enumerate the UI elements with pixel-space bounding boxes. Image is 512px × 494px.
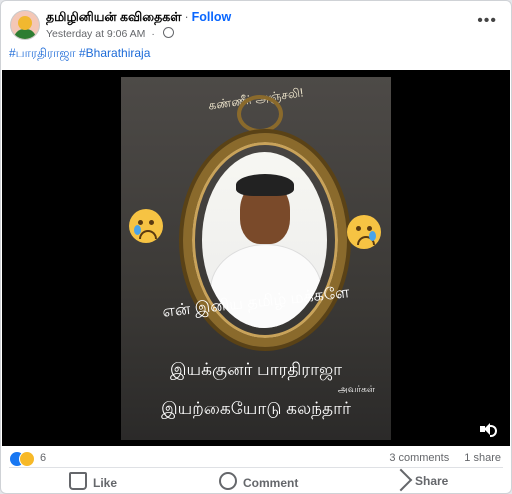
avatar-face [18,16,32,30]
author-name[interactable]: தமிழினியன் கவிதைகள் [46,10,181,24]
portrait-hair [236,174,294,196]
sad-reaction-icon [19,451,35,467]
frame-crest [237,95,283,133]
comment-icon [219,472,237,490]
volume-icon[interactable] [480,422,497,437]
hashtag-bharathiraja[interactable]: #Bharathiraja [79,46,150,60]
thumbs-up-icon [69,472,87,490]
emoji-tear [369,231,376,241]
emoji-left-eye [138,220,143,225]
post-header: தமிழினியன் கவிதைகள் · Follow Yesterday at … [1,1,511,45]
crying-face-icon [129,209,163,243]
post-caption: #பாரதிராஜா #Bharathiraja [9,46,150,62]
follow-button[interactable]: Follow [192,10,232,24]
shares-count[interactable]: 1 share [464,452,501,464]
share-button[interactable]: Share [389,468,449,492]
meta-separator: · [151,28,155,40]
like-button[interactable]: Like [69,472,117,490]
comments-count[interactable]: 3 comments [389,452,449,464]
share-label: Share [415,474,449,488]
globe-icon [162,27,174,38]
emoji-tear [134,225,141,235]
emoji-right-eye [149,220,154,225]
timestamp[interactable]: Yesterday at 9:06 AM [46,28,145,40]
separator-dot: · [184,10,189,24]
share-icon [389,468,413,492]
post-meta: Yesterday at 9:06 AM · [46,27,174,40]
crying-face-icon [347,215,381,249]
comment-button[interactable]: Comment [219,472,298,490]
reaction-count[interactable]: 6 [40,452,46,464]
avatar-shirt [14,29,36,39]
tribute-poster: கண்ணீர் அஞ்சலி! என் இனிய தமிழ் மக்களே இய… [121,77,391,440]
like-label: Like [93,476,118,490]
author-line: தமிழினியன் கவிதைகள் · Follow [46,10,231,26]
post-card: தமிழினியன் கவிதைகள் · Follow Yesterday at … [0,0,512,494]
poster-final-line: இயற்கையோடு கலந்தார் [161,399,351,418]
comment-label: Comment [243,476,299,490]
emoji-mouth [139,230,157,239]
post-stats: 6 3 comments 1 share [1,447,511,467]
more-options-icon[interactable]: ••• [477,13,497,29]
poster-honorific: அவர்கள் [337,384,375,394]
poster-name-line: இயக்குனர் பாரதிராஜா [169,360,343,379]
emoji-left-eye [356,226,361,231]
action-bar: Like Comment Share [1,468,511,493]
engagement-counts: 3 comments 1 share [377,452,501,464]
volume-wave [490,425,497,437]
video-player[interactable]: கண்ணீர் அஞ்சலி! என் இனிய தமிழ் மக்களே இய… [2,70,510,446]
hashtag-bharathiraja-tamil[interactable]: #பாரதிராஜா [9,46,76,60]
avatar[interactable] [10,10,40,40]
